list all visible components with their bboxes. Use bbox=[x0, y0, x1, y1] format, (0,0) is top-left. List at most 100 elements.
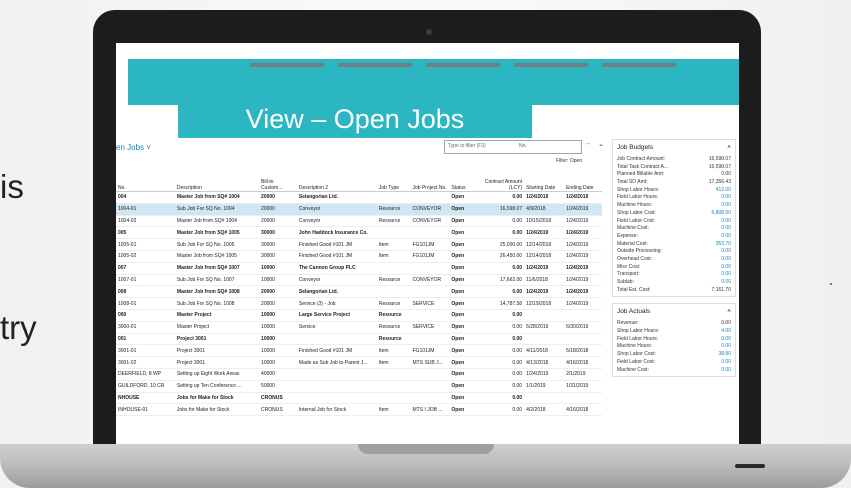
cell-no[interactable]: INHOUSE-01 bbox=[116, 403, 175, 417]
cell-start: 12/14/2018 bbox=[524, 238, 565, 251]
factbox-value[interactable]: 0.00 bbox=[721, 336, 731, 344]
cell-no[interactable]: 3001-01 bbox=[116, 344, 175, 358]
factbox-value[interactable]: 0.00 bbox=[721, 256, 731, 264]
cell-no[interactable]: 1007-01 bbox=[116, 274, 175, 287]
table-row[interactable]: 1004-01 Sub Job For SQ No. 1004 20000 Conve… bbox=[116, 203, 602, 216]
table-row[interactable]: 1007-01 Sub Job For SQ No. 1007 10000 Conve… bbox=[116, 274, 602, 287]
table-row[interactable]: 1005-01 Sub Job For SQ No. 1005 30000 Finis… bbox=[116, 238, 602, 251]
column-header[interactable]: Bill-to Custom... bbox=[259, 169, 297, 192]
nav-placeholder-5[interactable] bbox=[602, 63, 676, 67]
cell-no[interactable]: 1004-01 bbox=[116, 203, 175, 216]
column-header[interactable]: Status bbox=[449, 169, 475, 192]
table-row[interactable]: 001 Project 3001 10000 Resource Open 0.00 bbox=[116, 333, 602, 346]
cell-no[interactable]: GUILDFORD, 10 CR bbox=[116, 380, 175, 393]
table-row[interactable]: 000 Master Project 10000 Large Service Proj… bbox=[116, 309, 602, 322]
column-header[interactable]: Description bbox=[174, 169, 260, 192]
cell-no[interactable]: DEERFIELD, 8 WP bbox=[116, 368, 175, 381]
cell-bill: 10000 bbox=[259, 309, 297, 322]
factbox-value[interactable]: 0.00 bbox=[721, 271, 731, 279]
factbox-row: Revenue: 0.00 bbox=[617, 320, 731, 328]
job-budgets-header[interactable]: Job Budgets ˄ bbox=[617, 142, 731, 156]
cell-amt: 0.00 bbox=[474, 356, 525, 369]
table-row[interactable]: 1005-02 Master Job from SQ# 1005 30000 Fini… bbox=[116, 250, 602, 263]
cell-desc2: Large Service Project bbox=[296, 309, 377, 322]
cell-start: 4/13/2018 bbox=[524, 356, 565, 369]
filter-field[interactable]: No. bbox=[519, 143, 527, 149]
table-row[interactable]: DEERFIELD, 8 WP Setting up Eight Work Are… bbox=[116, 368, 602, 381]
column-header[interactable]: Starting Date bbox=[524, 169, 565, 192]
cell-no[interactable]: 000 bbox=[116, 309, 175, 322]
cell-status: Open bbox=[449, 368, 475, 381]
column-header[interactable]: Job Type bbox=[376, 169, 411, 192]
table-row[interactable]: 3001-01 Project 3001 10000 Finished Good #1… bbox=[116, 344, 602, 358]
factbox-value[interactable]: 0.00 bbox=[721, 233, 731, 241]
cell-no[interactable]: NHOUSE bbox=[116, 392, 175, 405]
cell-no[interactable]: 001 bbox=[116, 333, 175, 346]
cell-no[interactable]: 007 bbox=[116, 262, 175, 275]
chevron-up-icon[interactable]: ˄ bbox=[727, 144, 731, 151]
page-title[interactable]: en Jobs ˅ bbox=[116, 143, 151, 152]
factbox-value[interactable]: 0.00 bbox=[721, 343, 731, 351]
table-row[interactable]: 1008-01 Sub Job For SQ No. 1008 20000 Servi… bbox=[116, 297, 602, 310]
cell-end: 1/24/2019 bbox=[564, 274, 602, 287]
factbox-value[interactable]: 412.00 bbox=[716, 187, 731, 195]
factbox-value[interactable]: 0.00 bbox=[721, 194, 731, 202]
factbox-label: Misc Cost: bbox=[617, 263, 641, 270]
table-row[interactable]: 004 Master Job from SQ# 1004 20000 Selangor… bbox=[116, 191, 602, 204]
factbox-value[interactable]: 0.00 bbox=[721, 367, 731, 375]
table-row[interactable]: 3001-02 Project 3001 10000 Made as Sub Job … bbox=[116, 356, 602, 369]
column-header[interactable]: No. bbox=[116, 169, 175, 192]
nav-placeholder-3[interactable] bbox=[426, 63, 500, 67]
factbox-value[interactable]: 0.00 bbox=[721, 225, 731, 233]
factbox-value[interactable]: 6,808.00 bbox=[712, 210, 731, 218]
nav-placeholder-4[interactable] bbox=[514, 63, 588, 67]
factbox-value[interactable]: 0.00 bbox=[721, 264, 731, 272]
factbox-value[interactable]: 353.70 bbox=[716, 241, 731, 249]
table-row[interactable]: 007 Master Job from SQ# 1007 10000 The Cann… bbox=[116, 262, 602, 275]
table-row[interactable]: 3000-01 Master Project 10000 Service Resourc… bbox=[116, 321, 602, 334]
search-input[interactable]: Type to filter (F3) No. bbox=[444, 140, 582, 154]
factbox-value[interactable]: 0.00 bbox=[721, 359, 731, 367]
table-row[interactable]: GUILDFORD, 10 CR Setting up Ten Conferenc… bbox=[116, 380, 602, 393]
cell-no[interactable]: 005 bbox=[116, 226, 175, 240]
cell-start: 12/19/2018 bbox=[524, 297, 565, 310]
cell-status: Open bbox=[449, 297, 475, 310]
column-header[interactable]: Description 2 bbox=[296, 169, 377, 192]
cell-type: Resource bbox=[376, 297, 411, 310]
cell-amt: 0.00 bbox=[474, 285, 525, 299]
factbox-value[interactable]: 0.00 bbox=[721, 279, 731, 287]
chevron-up-icon[interactable]: ˄ bbox=[727, 308, 731, 315]
cell-no[interactable]: 008 bbox=[116, 285, 175, 299]
arrow-right-icon[interactable]: → bbox=[583, 140, 593, 152]
cell-no[interactable]: 3000-01 bbox=[116, 321, 175, 334]
table-row[interactable]: 008 Master Job from SQ# 1008 20000 Selangor… bbox=[116, 285, 602, 299]
collapse-icon[interactable]: ⌄ bbox=[596, 140, 606, 152]
factbox-value[interactable]: 0.00 bbox=[721, 248, 731, 256]
column-header[interactable]: Job Project No. bbox=[410, 169, 450, 192]
factbox-label: Field Labor Hours: bbox=[617, 335, 659, 342]
cell-no[interactable]: 004 bbox=[116, 191, 175, 204]
column-header[interactable]: Contract Amount (LCY) bbox=[474, 169, 525, 192]
table-row[interactable]: INHOUSE-01 Jobs for Make for Stock CRONUS I… bbox=[116, 403, 602, 417]
cell-no[interactable]: 1005-02 bbox=[116, 250, 175, 263]
factbox-row: Field Labor Cost: 0.00 bbox=[617, 359, 731, 367]
factbox-label: Expense: bbox=[617, 232, 638, 239]
nav-placeholder-1[interactable] bbox=[250, 63, 324, 67]
factbox-value[interactable]: 0.00 bbox=[721, 218, 731, 226]
factbox-value[interactable]: 0.00 bbox=[721, 202, 731, 210]
cell-no[interactable]: 1005-01 bbox=[116, 238, 175, 251]
cell-no[interactable]: 1004-02 bbox=[116, 215, 175, 228]
factbox-row: Material Cost: 353.70 bbox=[617, 241, 731, 249]
factbox-value[interactable]: 38.80 bbox=[718, 351, 731, 359]
factbox-value[interactable]: 4.00 bbox=[721, 328, 731, 336]
cell-no[interactable]: 1008-01 bbox=[116, 297, 175, 310]
table-row[interactable]: 1004-02 Master Job from SQ# 1004 20000 Conv… bbox=[116, 215, 602, 228]
cell-bill: 10000 bbox=[259, 321, 297, 334]
table-row[interactable]: 005 Master Job from SQ# 1005 30000 John Had… bbox=[116, 226, 602, 240]
table-row[interactable]: NHOUSE Jobs for Make for Stock CRONUS Open 0… bbox=[116, 392, 602, 405]
job-actuals-header[interactable]: Job Actuals ˄ bbox=[617, 306, 731, 320]
cell-no[interactable]: 3001-02 bbox=[116, 356, 175, 369]
factbox-label: Total SO Amt: bbox=[617, 179, 648, 186]
column-header[interactable]: Ending Date bbox=[564, 169, 602, 192]
nav-placeholder-2[interactable] bbox=[338, 63, 412, 67]
